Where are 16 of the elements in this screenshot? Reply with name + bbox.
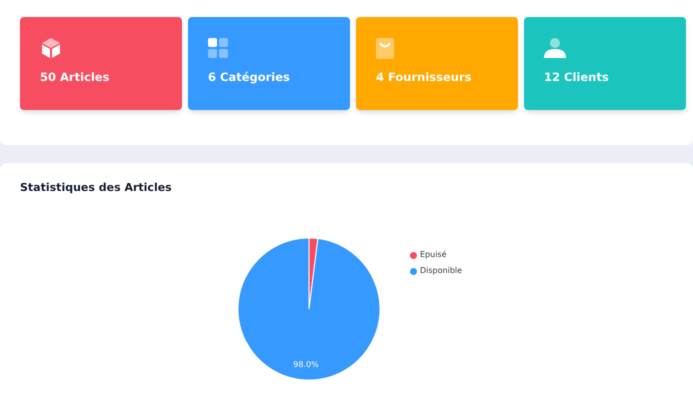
legend-label: Disponible	[420, 265, 462, 277]
summary-card[interactable]: 6 Catégories	[188, 17, 350, 110]
card-label: 4 Fournisseurs	[376, 69, 472, 86]
grid-icon	[208, 38, 228, 58]
cube-icon	[40, 37, 62, 59]
user-icon	[544, 38, 566, 58]
card-label: 6 Catégories	[208, 69, 291, 86]
section-title: Statistiques des Articles	[20, 180, 172, 196]
legend-label: Epuisé	[420, 249, 447, 261]
card-label: 12 Clients	[544, 69, 610, 86]
summary-card[interactable]: 50 Articles	[20, 17, 182, 110]
shopping-bag-icon	[376, 38, 394, 58]
summary-card[interactable]: 4 Fournisseurs	[356, 17, 518, 110]
slice-value-label: 98.0%	[293, 360, 319, 369]
card-label: 50 Articles	[40, 69, 110, 86]
summary-card[interactable]: 12 Clients	[524, 17, 686, 110]
